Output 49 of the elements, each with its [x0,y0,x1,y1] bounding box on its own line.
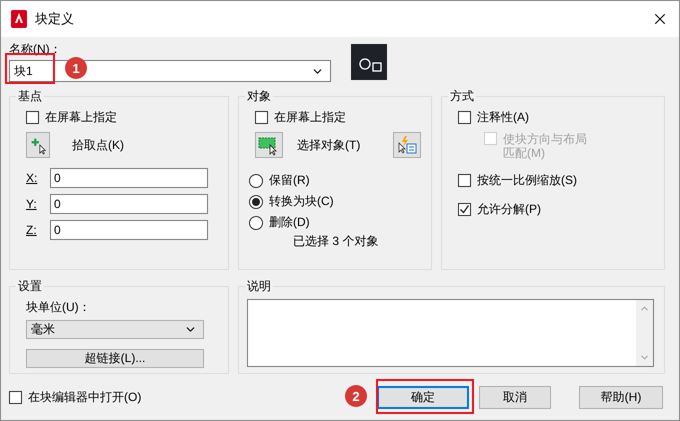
coordinate-label: Z: [26,223,38,237]
checkbox[interactable] [458,174,471,187]
checkbox[interactable] [255,111,268,124]
checkbox-label: 允许分解(P) [477,201,541,218]
step-badge: 2 [345,385,367,407]
checkbox[interactable] [458,111,471,124]
radio-label: 删除(D) [269,214,310,231]
checkbox-label: 注释性(A) [477,109,529,126]
select-objects-label: 选择对象(T) [297,136,362,154]
checkbox-label: 按统一比例缩放(S) [477,172,577,189]
description-field[interactable] [247,299,654,367]
coordinate-field[interactable]: 0 [50,168,208,188]
group-title: 方式 [449,88,475,105]
checkbox-label: 在屏幕上指定 [274,109,346,126]
select-objects-button[interactable] [255,132,283,158]
radio-label: 转换为块(C) [269,193,334,210]
coordinate-label: X: [26,171,38,185]
radio-button[interactable] [249,194,263,208]
pick-point-label: 拾取点(K) [72,136,124,154]
dialog-button[interactable]: 确定 [377,386,469,409]
name-value: 块1 [14,62,33,80]
unit-label: 块单位(U)： [26,299,92,316]
coordinate-field[interactable]: 0 [50,194,208,214]
pick-point-button[interactable] [26,132,50,158]
window-title: 块定义 [35,10,75,28]
app-logo-icon [11,10,27,28]
hyperlink-button[interactable]: 超链接(L)... [26,349,204,368]
radio-button[interactable] [249,216,263,230]
group-title: 说明 [246,278,272,295]
checkbox-label: 使块方向与布局匹配(M) [503,132,588,160]
radio-label: 保留(R) [269,172,310,189]
unit-combo[interactable]: 毫米 [26,320,204,339]
radio-button[interactable] [249,174,263,188]
group-title: 对象 [246,88,272,105]
block-preview-icon [351,44,387,80]
unit-value: 毫米 [31,321,55,338]
quick-select-button[interactable] [393,132,421,158]
group-title: 设置 [17,278,43,295]
coordinate-label: Y: [26,197,38,211]
checkbox-label: 在块编辑器中打开(O) [28,389,142,406]
group-title: 基点 [17,88,43,105]
coordinate-field[interactable]: 0 [50,220,208,240]
checkbox[interactable] [458,203,471,216]
dialog-button[interactable]: 取消 [479,386,551,409]
checkbox[interactable] [9,391,22,404]
selection-status: 已选择 3 个对象 [292,233,380,250]
dialog-button[interactable]: 帮助(H) [579,386,663,409]
checkbox[interactable] [26,111,39,124]
checkbox-label: 在屏幕上指定 [45,109,117,126]
